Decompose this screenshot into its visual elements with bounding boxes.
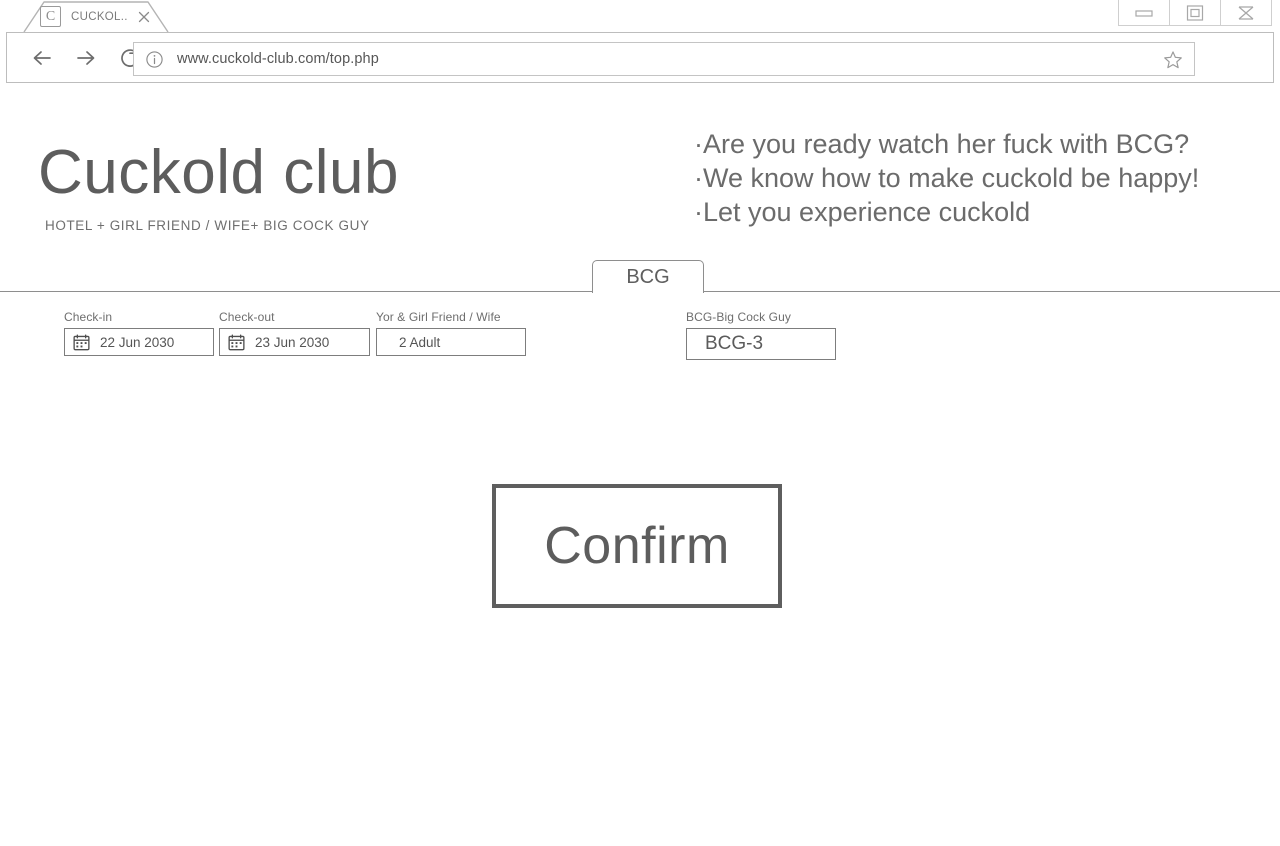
browser-tab-title: CUCKOL..	[71, 10, 128, 23]
field-checkin: Check-in 22 Jun 2030	[64, 310, 214, 356]
browser-tab[interactable]: C CUCKOL..	[22, 0, 170, 33]
page-title: Cuckold club	[38, 138, 399, 207]
arrow-right-icon[interactable]	[69, 41, 103, 75]
field-bcg-label: BCG-Big Cock Guy	[686, 310, 791, 324]
page-subtitle: HOTEL + GIRL FRIEND / WIFE+ BIG COCK GUY	[45, 218, 370, 233]
arrow-left-icon[interactable]	[25, 41, 59, 75]
window-controls	[1118, 0, 1272, 26]
tagline-3: ·Let you experience cuckold	[694, 197, 1031, 227]
close-icon[interactable]	[137, 10, 151, 24]
address-bar[interactable]: www.cuckold-club.com/top.php	[133, 42, 1195, 76]
field-checkout: Check-out 23 Jun 2030	[219, 310, 370, 356]
field-guests: Yor & Girl Friend / Wife 2 Adult	[376, 310, 526, 356]
minimize-icon[interactable]	[1118, 0, 1169, 26]
maximize-icon[interactable]	[1169, 0, 1220, 26]
browser-chrome: C CUCKOL.. www.cuckold-club.com/top.php	[0, 0, 1280, 84]
calendar-icon	[228, 333, 245, 351]
close-window-icon[interactable]	[1220, 0, 1272, 26]
rule-right	[704, 291, 1280, 292]
star-icon[interactable]	[1162, 49, 1184, 71]
checkin-input[interactable]: 22 Jun 2030	[64, 328, 214, 356]
confirm-button[interactable]: Confirm	[492, 484, 782, 608]
checkout-value: 23 Jun 2030	[255, 334, 330, 350]
page-content: Cuckold club HOTEL + GIRL FRIEND / WIFE+…	[0, 84, 1280, 846]
rule-left	[0, 291, 592, 292]
bcg-value: BCG-3	[705, 333, 764, 354]
url-text[interactable]: www.cuckold-club.com/top.php	[177, 51, 379, 67]
tab-bcg-label: BCG	[626, 265, 670, 288]
booking-form: Check-in 22 Jun 2030 Check-out 23 Jun 20…	[0, 310, 1280, 370]
section-tab-bar: BCG	[0, 260, 1280, 294]
calendar-icon	[73, 333, 90, 351]
letter-c-favicon: C	[40, 6, 61, 27]
tagline-list: ·Are you ready watch her fuck with BCG? …	[694, 127, 1199, 229]
tab-bcg[interactable]: BCG	[592, 260, 704, 293]
checkout-input[interactable]: 23 Jun 2030	[219, 328, 370, 356]
bcg-input[interactable]: BCG-3	[686, 328, 836, 360]
checkin-value: 22 Jun 2030	[100, 334, 175, 350]
site-branding: Cuckold club HOTEL + GIRL FRIEND / WIFE+…	[38, 138, 658, 234]
tagline-1: ·Are you ready watch her fuck with BCG?	[694, 129, 1190, 159]
tagline-2: ·We know how to make cuckold be happy!	[694, 163, 1200, 193]
field-checkin-label: Check-in	[64, 310, 113, 324]
confirm-button-label: Confirm	[544, 517, 730, 575]
field-checkout-label: Check-out	[219, 310, 275, 324]
info-circle-icon[interactable]	[145, 50, 164, 69]
browser-tab-strip: C CUCKOL..	[0, 0, 1280, 33]
guests-input[interactable]: 2 Adult	[376, 328, 526, 356]
field-guests-label: Yor & Girl Friend / Wife	[376, 310, 501, 324]
browser-toolbar: www.cuckold-club.com/top.php	[6, 32, 1274, 83]
guests-value: 2 Adult	[399, 334, 441, 350]
field-bcg: BCG-Big Cock Guy BCG-3	[686, 310, 836, 360]
